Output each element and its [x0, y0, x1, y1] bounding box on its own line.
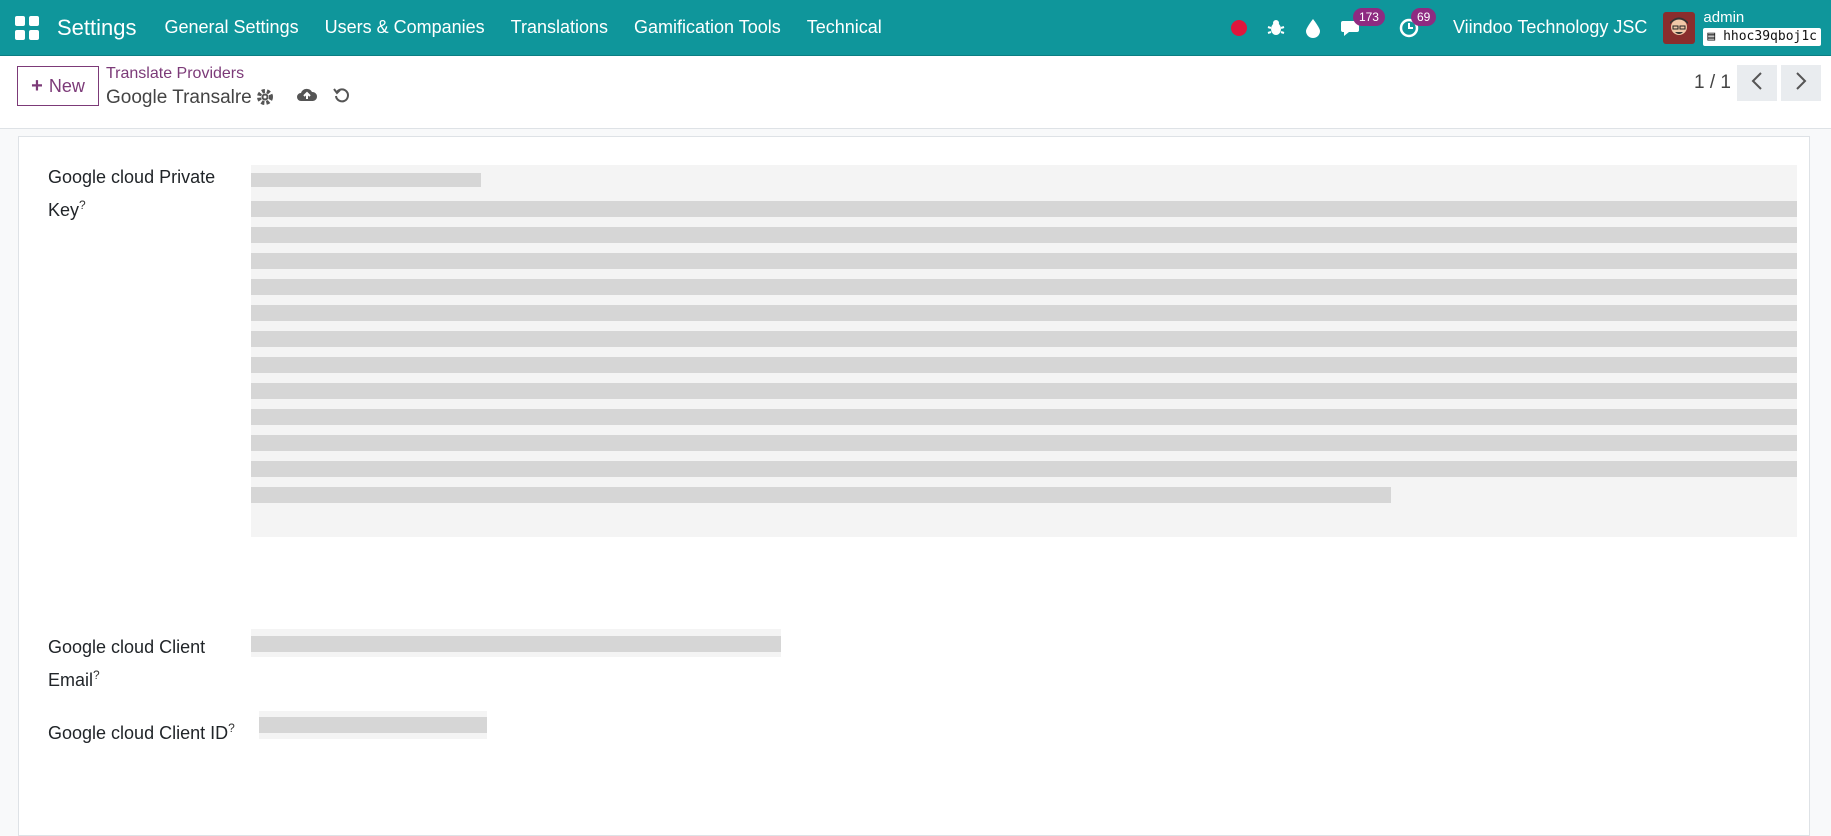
- redacted-text: [251, 357, 1797, 373]
- app-title[interactable]: Settings: [57, 15, 137, 41]
- menu-translations[interactable]: Translations: [511, 17, 608, 38]
- client-email-help-icon[interactable]: ?: [93, 668, 100, 682]
- new-button[interactable]: + New: [17, 66, 99, 106]
- client-id-field[interactable]: [259, 711, 487, 739]
- redacted-text: [251, 487, 1391, 503]
- menu-users-companies[interactable]: Users & Companies: [325, 17, 485, 38]
- droplet-icon[interactable]: [1305, 18, 1321, 38]
- gear-icon[interactable]: [256, 88, 274, 111]
- plus-icon: +: [31, 74, 43, 97]
- menu-general-settings[interactable]: General Settings: [165, 17, 299, 38]
- database-icon: ▤: [1707, 28, 1724, 44]
- client-email-label-text: Google cloud Client Email: [48, 637, 206, 690]
- client-id-help-icon[interactable]: ?: [228, 721, 235, 735]
- control-panel: + New Translate Providers Google Transal…: [0, 56, 1831, 129]
- chevron-left-icon: [1751, 71, 1763, 96]
- company-switcher[interactable]: Viindoo Technology JSC: [1453, 17, 1647, 38]
- activities-count-badge: 69: [1410, 7, 1437, 26]
- redacted-text: [251, 461, 1797, 477]
- redacted-text: [259, 717, 487, 733]
- discard-icon[interactable]: [333, 86, 351, 109]
- new-button-label: New: [48, 75, 85, 96]
- redacted-text: [251, 435, 1797, 451]
- database-name: ▤ hhoc39qboj1c: [1703, 27, 1821, 46]
- menu-gamification-tools[interactable]: Gamification Tools: [634, 17, 781, 38]
- client-email-label: Google cloud Client Email?: [48, 633, 238, 694]
- pager-next-button[interactable]: [1781, 65, 1821, 101]
- redacted-text: [251, 227, 1797, 243]
- clock-icon[interactable]: 69: [1399, 7, 1437, 38]
- redacted-text: [251, 305, 1797, 321]
- apps-menu-icon[interactable]: [15, 15, 39, 40]
- menu-technical[interactable]: Technical: [807, 17, 882, 38]
- chat-icon[interactable]: 173: [1340, 7, 1385, 38]
- client-id-label: Google cloud Client ID?: [48, 714, 238, 747]
- cloud-upload-icon[interactable]: [296, 86, 318, 109]
- client-email-field[interactable]: [251, 629, 781, 657]
- private-key-label: Google cloud Private Key?: [48, 163, 238, 224]
- pager-previous-button[interactable]: [1737, 65, 1777, 101]
- systray: 173 69 Viindoo Technology JSC admin ▤ hh…: [1211, 0, 1821, 55]
- redacted-text: [251, 253, 1797, 269]
- avatar[interactable]: [1663, 11, 1696, 44]
- database-label: hhoc39qboj1c: [1723, 28, 1817, 44]
- breadcrumb-parent[interactable]: Translate Providers: [106, 65, 244, 83]
- private-key-label-text: Google cloud Private Key: [48, 167, 216, 220]
- redacted-text: [251, 331, 1797, 347]
- form-sheet: Google cloud Private Key? Google cloud C…: [18, 136, 1810, 836]
- private-key-field[interactable]: [251, 165, 1797, 537]
- record-dot-icon[interactable]: [1230, 19, 1247, 36]
- redacted-text: [251, 636, 781, 652]
- private-key-help-icon[interactable]: ?: [79, 198, 86, 212]
- bug-icon[interactable]: [1267, 19, 1285, 37]
- username: admin: [1703, 8, 1745, 26]
- redacted-text: [251, 201, 1797, 217]
- top-navbar: Settings General Settings Users & Compan…: [0, 0, 1831, 56]
- redacted-text: [251, 409, 1797, 425]
- redacted-text: [251, 173, 481, 187]
- breadcrumb-current: Google Transalre: [106, 87, 252, 108]
- redacted-text: [251, 383, 1797, 399]
- messages-count-badge: 173: [1352, 7, 1385, 26]
- redacted-text: [251, 279, 1797, 295]
- chevron-right-icon: [1795, 71, 1807, 96]
- pager-value[interactable]: 1 / 1: [1694, 72, 1731, 94]
- user-menu[interactable]: admin ▤ hhoc39qboj1c: [1703, 8, 1821, 46]
- client-id-label-text: Google cloud Client ID: [48, 723, 229, 743]
